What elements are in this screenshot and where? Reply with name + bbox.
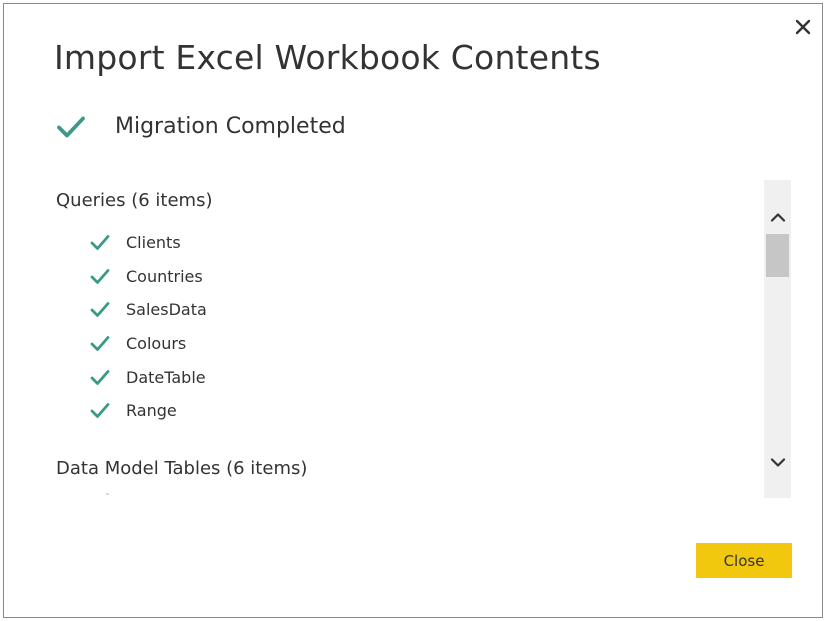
vertical-scrollbar[interactable] xyxy=(764,180,791,498)
check-icon xyxy=(90,369,110,385)
close-button[interactable]: Close xyxy=(696,543,792,578)
scroll-thumb[interactable] xyxy=(766,234,789,277)
migration-status: Migration Completed xyxy=(56,114,346,139)
query-name: Clients xyxy=(126,233,181,253)
list-item: DateTable xyxy=(90,360,207,394)
list-item: Colours xyxy=(90,327,207,361)
query-name: Range xyxy=(126,401,177,421)
check-icon xyxy=(90,403,110,419)
partial-list-item xyxy=(106,493,109,495)
dialog-title: Import Excel Workbook Contents xyxy=(54,38,601,77)
chevron-down-icon xyxy=(770,458,785,467)
query-name: DateTable xyxy=(126,367,206,387)
data-model-heading: Data Model Tables (6 items) xyxy=(56,458,308,479)
list-item: Clients xyxy=(90,226,207,260)
status-text: Migration Completed xyxy=(115,114,346,139)
check-icon xyxy=(90,302,110,318)
check-icon xyxy=(57,116,85,137)
close-icon xyxy=(795,19,811,35)
query-name: Countries xyxy=(126,266,203,286)
check-icon xyxy=(90,336,110,351)
check-icon xyxy=(90,268,110,284)
contents-scroll-area[interactable]: Queries (6 items) Clients Countries Sale… xyxy=(54,180,760,498)
scroll-down-button[interactable] xyxy=(764,450,791,476)
list-item: SalesData xyxy=(90,293,207,327)
scroll-up-button[interactable] xyxy=(764,204,791,230)
chevron-up-icon xyxy=(770,213,785,222)
query-list: Clients Countries SalesData Colours Date… xyxy=(90,226,207,428)
list-item: Countries xyxy=(90,260,207,294)
dialog-close-button[interactable] xyxy=(790,14,816,40)
check-icon xyxy=(90,235,110,251)
query-name: SalesData xyxy=(126,300,207,320)
list-item: Range xyxy=(90,394,207,428)
queries-heading: Queries (6 items) xyxy=(56,190,213,211)
query-name: Colours xyxy=(126,334,187,354)
import-dialog: Import Excel Workbook Contents Migration… xyxy=(3,3,823,618)
